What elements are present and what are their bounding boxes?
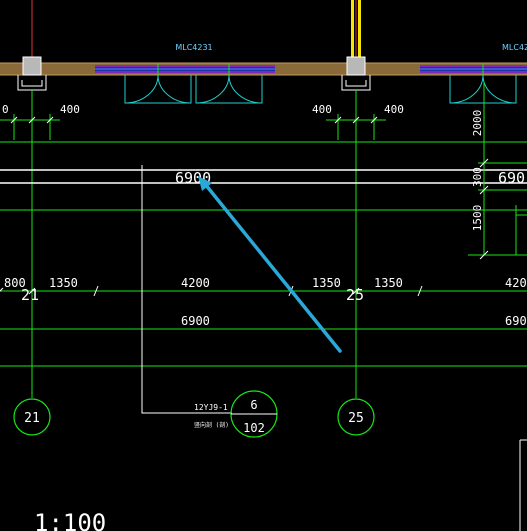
window-strip-1 — [95, 65, 275, 73]
column-base-21 — [17, 75, 47, 91]
column-square-21 — [22, 56, 42, 76]
axis-label-21: 21 — [21, 286, 39, 304]
top-dimension-ticks — [10, 116, 378, 124]
detail-ref-bottom: 102 — [243, 421, 265, 435]
window-label-1: MLC4231 — [175, 43, 212, 52]
yellow-column-left — [351, 0, 354, 58]
axis-bubble-label-21: 21 — [24, 411, 40, 426]
top-dim-400-a: 400 — [60, 103, 80, 116]
vertical-dim-2000: 2000 — [471, 110, 484, 137]
detail-ref-top: 6 — [250, 398, 257, 412]
row-dim-1350-c: 1350 — [374, 276, 403, 290]
frame-corner-lines — [519, 439, 527, 531]
row-dim-4200: 4200 — [181, 276, 210, 290]
total-dim-6900: 6900 — [181, 314, 210, 328]
row-dim-420: 420 — [505, 276, 527, 290]
window-label-2: MLC4231 — [502, 43, 527, 52]
row-dim-1350-a: 1350 — [49, 276, 78, 290]
door-swings-2 — [449, 74, 517, 104]
yellow-column-right — [358, 0, 361, 58]
scale-label: 1:100 — [34, 509, 106, 531]
detail-ref-code: 12YJ9-1 — [194, 403, 228, 412]
column-square-25 — [346, 56, 366, 76]
highlight-arrow — [198, 176, 342, 353]
window-strip-2 — [420, 65, 527, 73]
vertical-dim-300: 300 — [471, 167, 484, 187]
total-dim-690: 690 — [505, 314, 527, 328]
axis-label-25: 25 — [346, 286, 364, 304]
axis-bubble-label-25: 25 — [348, 411, 364, 426]
top-dim-400-b: 400 — [312, 103, 332, 116]
band-dim-690: 690 — [498, 169, 525, 187]
row-dim-1350-b: 1350 — [312, 276, 341, 290]
door-swings-1 — [124, 74, 263, 104]
cad-drawing-canvas: MLC4231 MLC4231 0 400 400 400 6900 690 — [0, 0, 527, 531]
top-dimension-line — [0, 114, 386, 140]
column-base-25 — [341, 75, 371, 91]
detail-ref-note: 竖向剖 (剖) — [194, 421, 229, 429]
vertical-dim-1500: 1500 — [471, 205, 484, 232]
top-dim-0: 0 — [2, 103, 9, 116]
top-dim-400-c: 400 — [384, 103, 404, 116]
